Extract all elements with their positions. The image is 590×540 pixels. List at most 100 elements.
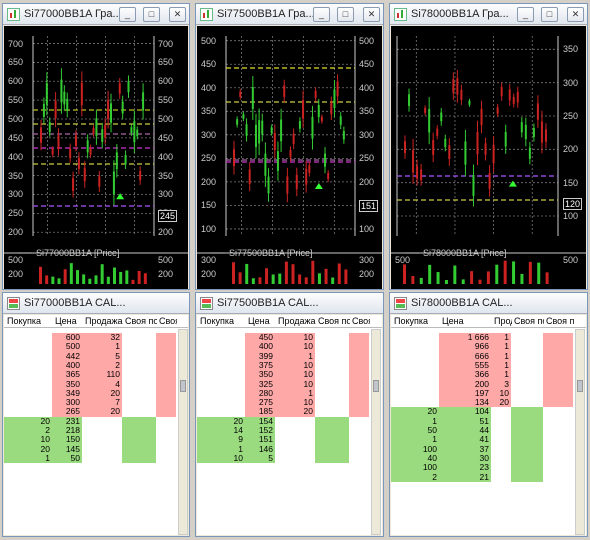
column-header[interactable]: Цена: [55, 316, 83, 326]
minimize-button[interactable]: _: [119, 7, 136, 22]
order-book-row[interactable]: 2 218: [4, 425, 176, 435]
order-book-row[interactable]: 20 231: [4, 416, 176, 426]
minimize-button[interactable]: _: [517, 7, 534, 22]
order-book-row[interactable]: 9 151: [197, 434, 369, 444]
order-book-row[interactable]: 265 20: [4, 407, 176, 417]
candle-body: [420, 169, 423, 181]
price-chart[interactable]: 500 450 400 350 300 250 200 150 100 500 450 400 350 3…: [197, 26, 382, 289]
order-book-row[interactable]: 1 50: [4, 453, 176, 463]
candle-body: [60, 79, 63, 103]
column-header[interactable]: Своя пр: [546, 316, 574, 326]
price-chart[interactable]: 700 650 600 550 500 450 400 350 300 250 200 700 650 6…: [4, 26, 188, 289]
column-header[interactable]: Продажа: [494, 316, 512, 326]
order-book-row[interactable]: 20 154: [197, 416, 369, 426]
quote-titlebar[interactable]: Si78000BB1A CAL...: [390, 293, 587, 314]
order-book-row[interactable]: 275 10: [197, 397, 369, 407]
candle-body: [98, 176, 101, 187]
order-book-row[interactable]: 442 5: [4, 351, 176, 361]
candle-body: [233, 149, 235, 167]
vertical-scrollbar[interactable]: [575, 329, 585, 535]
order-book-row[interactable]: 20 145: [4, 444, 176, 454]
scrollbar-thumb[interactable]: [577, 380, 583, 392]
order-book-row[interactable]: 185 20: [197, 406, 369, 417]
order-book-row[interactable]: 350 4: [4, 379, 176, 389]
close-button[interactable]: ✕: [567, 7, 584, 22]
candle-body: [248, 169, 251, 184]
quote-window-2[interactable]: Si77500BB1A CAL... Покупка Цена Продажа Сво…: [195, 292, 384, 537]
column-header[interactable]: Цена: [442, 316, 492, 326]
column-header[interactable]: Продажа: [85, 316, 123, 326]
column-header[interactable]: Покупка: [7, 316, 53, 326]
candle-body: [448, 145, 451, 160]
candle-body: [83, 167, 86, 182]
column-header[interactable]: Своя: [159, 316, 177, 326]
order-book-row[interactable]: 349 20: [4, 388, 176, 398]
order-book-row[interactable]: 1 146: [197, 444, 369, 454]
column-header[interactable]: Продажа: [278, 316, 316, 326]
column-header[interactable]: Своя по: [514, 316, 544, 326]
candle-body: [242, 114, 245, 119]
quote-window-1[interactable]: Si77000BB1A CAL... Покупка Цена Продажа Сво…: [2, 292, 190, 537]
order-book-row[interactable]: 500 1: [4, 341, 176, 351]
maximize-button[interactable]: □: [337, 7, 354, 22]
volume-bar: [528, 261, 532, 284]
order-book-row[interactable]: 10 5: [197, 453, 369, 463]
column-header[interactable]: Покупка: [394, 316, 440, 326]
column-header[interactable]: Своя по: [318, 316, 350, 326]
volume-bar: [436, 272, 440, 284]
order-book-row[interactable]: 350 10: [197, 369, 369, 379]
column-header[interactable]: Цена: [248, 316, 276, 326]
volume-bar: [503, 260, 507, 284]
chart-window-1[interactable]: Si77000BB1A Гра... _ □ ✕ 700 650 600 550 500…: [2, 3, 190, 290]
order-book-row[interactable]: 14 152: [197, 425, 369, 435]
order-book-row[interactable]: 325 10: [197, 379, 369, 389]
axis-tick-label-right: 350: [563, 44, 579, 55]
vertical-scrollbar[interactable]: [178, 329, 188, 535]
order-book-row[interactable]: 300 7: [4, 397, 176, 407]
chart-titlebar[interactable]: Si78000BB1A Гра... _ □ ✕: [390, 4, 587, 25]
price-chart[interactable]: 350 300 250 200 150 100 120 Si78000BB1A [Price]…: [391, 26, 586, 289]
maximize-button[interactable]: □: [143, 7, 160, 22]
chart-app-icon: [7, 8, 20, 21]
order-book-row[interactable]: 2 21: [391, 472, 573, 482]
axis-tick-label-right: 650: [158, 57, 174, 68]
ask-volume-cell: 20: [303, 406, 313, 417]
order-book-row[interactable]: 399 1: [197, 351, 369, 361]
quote-titlebar[interactable]: Si77000BB1A CAL...: [3, 293, 189, 314]
close-button[interactable]: ✕: [363, 7, 380, 22]
column-header[interactable]: Своя: [352, 316, 370, 326]
order-book-row[interactable]: 280 1: [197, 388, 369, 398]
candle-body: [127, 81, 130, 93]
quote-window-3[interactable]: Si78000BB1A CAL... ПокупкаЦенаПродажаСво…: [389, 292, 588, 537]
vertical-scrollbar[interactable]: [371, 329, 381, 535]
column-header[interactable]: Своя по: [125, 316, 157, 326]
candle-body: [500, 87, 503, 97]
candle-body: [92, 128, 95, 134]
minimize-button[interactable]: _: [313, 7, 330, 22]
order-book-row[interactable]: 400 2: [4, 360, 176, 370]
chart-titlebar[interactable]: Si77500BB1A Гра... _ □ ✕: [196, 4, 383, 25]
bid-volume-cell: [4, 380, 52, 389]
order-book-row[interactable]: 600 32: [4, 332, 176, 342]
candle-body: [536, 103, 539, 120]
quote-titlebar[interactable]: Si77500BB1A CAL...: [196, 293, 383, 314]
axis-tick-label-right: 400: [359, 82, 375, 93]
candle-body: [532, 127, 535, 138]
close-button[interactable]: ✕: [169, 7, 186, 22]
scrollbar-thumb[interactable]: [180, 380, 186, 392]
chart-titlebar[interactable]: Si77000BB1A Гра... _ □ ✕: [3, 4, 189, 25]
candle-body: [72, 178, 75, 192]
candle-body: [508, 89, 511, 101]
order-book-row[interactable]: 10 150: [4, 434, 176, 444]
column-header[interactable]: Покупка: [200, 316, 246, 326]
order-book-row[interactable]: 375 10: [197, 360, 369, 370]
chart-window-3[interactable]: Si78000BB1A Гра... _ □ ✕ 350 300 250 200 150…: [389, 3, 588, 290]
order-book-row[interactable]: 365 110: [4, 369, 176, 379]
scrollbar-thumb[interactable]: [373, 380, 379, 392]
order-book-row[interactable]: 450 10: [197, 332, 369, 342]
order-book-row[interactable]: 400 10: [197, 341, 369, 351]
candle-body: [339, 116, 342, 125]
chart-window-2[interactable]: Si77500BB1A Гра... _ □ ✕ 500 450 400 350 300…: [195, 3, 384, 290]
maximize-button[interactable]: □: [541, 7, 558, 22]
bid-volume-cell: [197, 380, 245, 389]
